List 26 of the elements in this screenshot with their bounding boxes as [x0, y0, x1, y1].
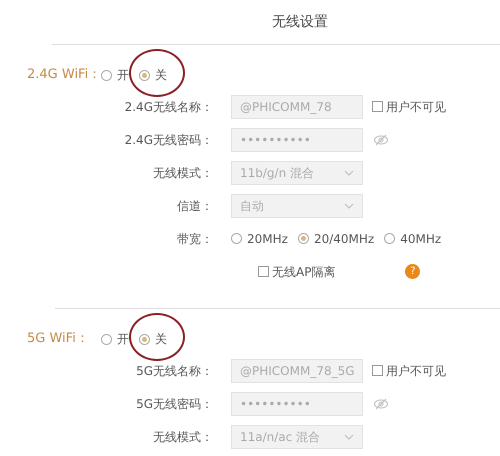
eye-icon[interactable]: [373, 398, 389, 410]
radio-option[interactable]: 开: [101, 66, 129, 84]
radio-option[interactable]: 20MHz: [231, 230, 288, 248]
page-title: 无线设置: [272, 12, 328, 32]
checkbox[interactable]: 无线AP隔离: [258, 262, 336, 280]
radio-option[interactable]: 关: [139, 66, 167, 84]
checkbox[interactable]: 用户不可见: [372, 98, 446, 116]
eye-icon[interactable]: [373, 134, 389, 146]
field-label: 带宽：: [176, 230, 214, 248]
radio-option[interactable]: 20/40MHz: [298, 230, 374, 248]
radio-option[interactable]: 关: [139, 330, 167, 348]
caret-icon: [344, 202, 354, 208]
radio-option[interactable]: 40MHz: [384, 230, 442, 248]
caret-icon: [344, 170, 354, 176]
field-label: 无线模式：: [152, 164, 214, 182]
field-label: 无线模式：: [152, 428, 214, 446]
section-label: 2.4G WiFi：: [26, 66, 101, 84]
field-label: 5G无线密码：: [135, 396, 214, 412]
caret-icon: [344, 434, 354, 440]
field-label: 2.4G无线名称：: [124, 98, 214, 116]
section-label: 5G WiFi：: [26, 330, 90, 348]
checkbox[interactable]: 用户不可见: [372, 362, 446, 380]
field-label: 信道：: [176, 198, 214, 214]
radio-option[interactable]: 开: [101, 330, 129, 348]
field-label: 2.4G无线密码：: [124, 132, 214, 148]
field-label: 5G无线名称：: [135, 362, 214, 380]
